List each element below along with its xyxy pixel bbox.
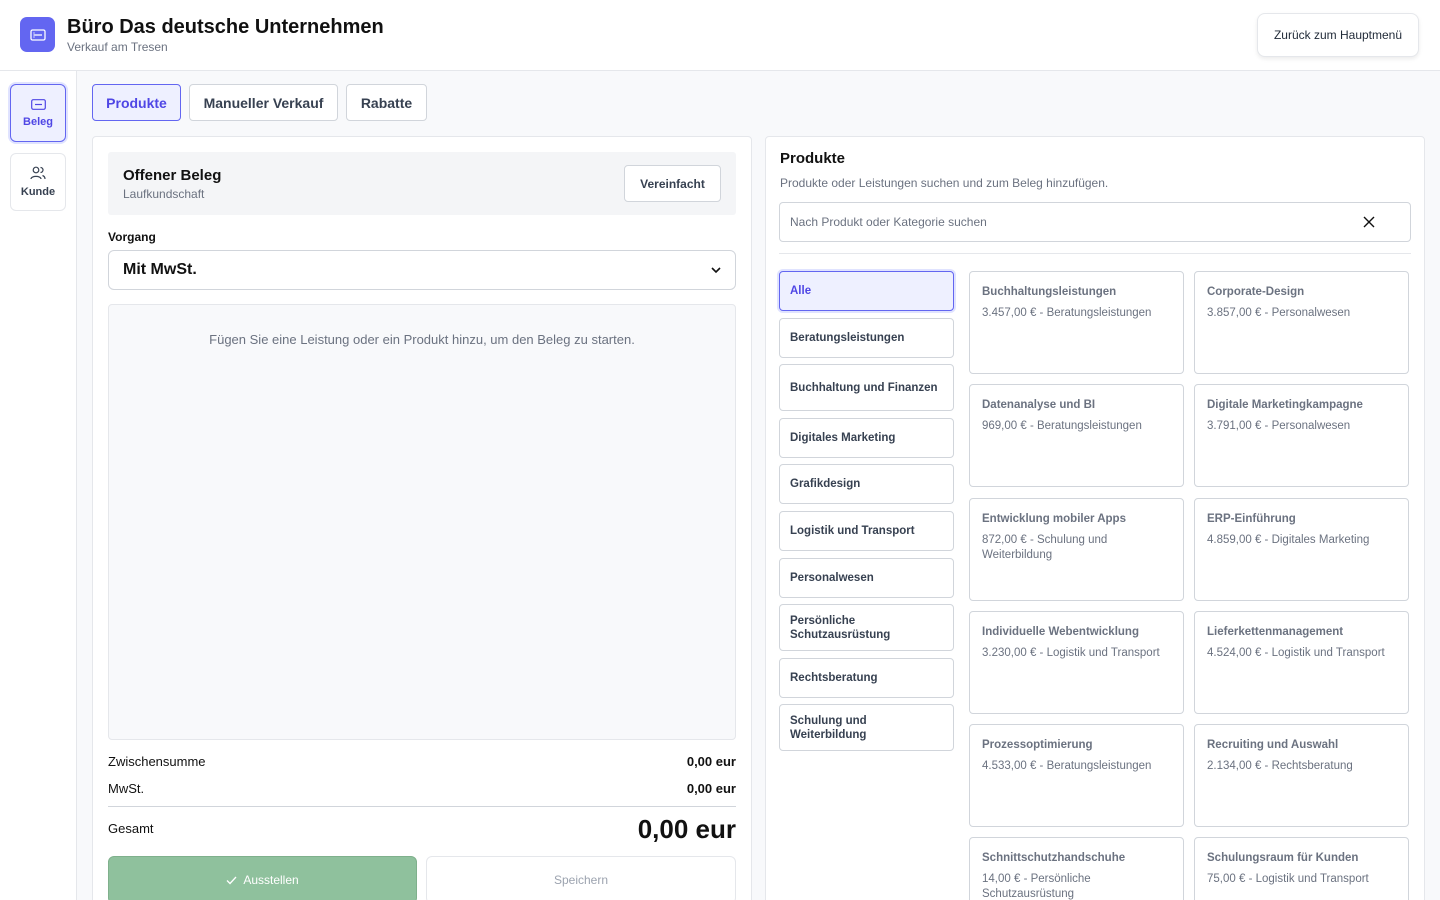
product-name: Schulungsraum für Kunden	[1207, 852, 1359, 864]
product-card[interactable]: Individuelle Webentwicklung 3.230,00 € -…	[969, 611, 1184, 714]
product-name: Corporate-Design	[1207, 286, 1305, 298]
app-subtitle: Verkauf am Tresen	[67, 40, 168, 54]
chevron-down-icon	[711, 266, 721, 273]
category-logistik-und-transport[interactable]: Logistik und Transport	[779, 511, 954, 551]
product-name: Schnittschutzhandschuhe	[982, 852, 1126, 864]
subtotal-value: 0,00 eur	[686, 754, 736, 769]
tab-rabatte[interactable]: Rabatte	[346, 84, 427, 121]
issue-button-label: Ausstellen	[243, 873, 299, 887]
product-card[interactable]: Schnittschutzhandschuhe 14,00 € - Persön…	[969, 837, 1184, 900]
product-card[interactable]: ERP-Einführung 4.859,00 € - Digitales Ma…	[1194, 498, 1409, 601]
category-beratungsleistungen[interactable]: Beratungsleistungen	[779, 318, 954, 358]
product-card[interactable]: Schulungsraum für Kunden 75,00 € - Logis…	[1194, 837, 1409, 900]
product-card[interactable]: Datenanalyse und BI 969,00 € - Beratungs…	[969, 384, 1184, 487]
product-meta: 872,00 € - Schulung und Weiterbildung	[982, 534, 1108, 561]
receipt-logo-icon	[20, 17, 55, 52]
product-name: Digitale Marketingkampagne	[1207, 399, 1363, 411]
products-subtitle: Produkte oder Leistungen suchen und zum …	[780, 176, 1109, 190]
product-name: Entwicklung mobiler Apps	[982, 513, 1126, 525]
product-meta: 4.533,00 € - Beratungsleistungen	[982, 760, 1152, 772]
total-label: Gesamt	[108, 821, 154, 836]
empty-receipt-message: Fügen Sie eine Leistung oder ein Produkt…	[209, 332, 635, 347]
category-schulung-und-weiterbildung[interactable]: Schulung und Weiterbildung	[779, 704, 954, 751]
product-card[interactable]: Entwicklung mobiler Apps 872,00 € - Schu…	[969, 498, 1184, 601]
rail-item-label: Kunde	[20, 186, 56, 198]
receipt-title: Offener Beleg	[123, 167, 222, 184]
issue-receipt-button[interactable]: Ausstellen	[108, 856, 417, 900]
check-icon	[226, 876, 237, 884]
save-button[interactable]: Speichern	[426, 856, 736, 900]
category-buchhaltung-und-finanzen[interactable]: Buchhaltung und Finanzen	[779, 364, 954, 411]
receipt-items-area	[108, 304, 736, 740]
product-meta: 14,00 € - Persönliche Schutzausrüstung	[982, 873, 1091, 900]
vorgang-selected-value: Mit MwSt.	[123, 261, 197, 278]
product-meta: 4.524,00 € - Logistik und Transport	[1207, 647, 1385, 659]
simplified-mode-button[interactable]: Vereinfacht	[624, 165, 721, 202]
product-name: Datenanalyse und BI	[982, 399, 1096, 411]
rail-item-label: Beleg	[23, 115, 53, 128]
tax-value: 0,00 eur	[686, 781, 736, 796]
product-meta: 2.134,00 € - Rechtsberatung	[1207, 760, 1353, 772]
tax-label: MwSt.	[108, 781, 145, 796]
app-header: Büro Das deutsche Unternehmen Verkauf am…	[0, 0, 1440, 71]
product-name: Prozessoptimierung	[982, 739, 1093, 751]
vorgang-label: Vorgang	[108, 230, 156, 244]
tab-manueller-verkauf[interactable]: Manueller Verkauf	[189, 84, 338, 121]
product-name: ERP-Einführung	[1207, 513, 1296, 525]
category-grafikdesign[interactable]: Grafikdesign	[779, 464, 954, 504]
side-rail: Beleg Kunde	[0, 71, 77, 900]
product-card[interactable]: Buchhaltungsleistungen 3.457,00 € - Bera…	[969, 271, 1184, 374]
product-card[interactable]: Prozessoptimierung 4.533,00 € - Beratung…	[969, 724, 1184, 827]
product-meta: 3.791,00 € - Personalwesen	[1207, 420, 1351, 432]
total-divider	[108, 806, 736, 807]
product-card[interactable]: Digitale Marketingkampagne 3.791,00 € - …	[1194, 384, 1409, 487]
category-persoenliche-schutzausruestung[interactable]: Persönliche Schutzausrüstung	[779, 604, 954, 651]
product-search-box	[779, 202, 1411, 242]
product-meta: 75,00 € - Logistik und Transport	[1207, 873, 1369, 885]
product-card[interactable]: Corporate-Design 3.857,00 € - Personalwe…	[1194, 271, 1409, 374]
product-name: Lieferkettenmanagement	[1207, 626, 1344, 638]
product-search-input[interactable]	[790, 203, 1350, 241]
vorgang-select[interactable]: Mit MwSt.	[108, 250, 736, 290]
app-title: Büro Das deutsche Unternehmen	[67, 16, 384, 38]
product-meta: 3.857,00 € - Personalwesen	[1207, 307, 1351, 319]
product-card[interactable]: Recruiting und Auswahl 2.134,00 € - Rech…	[1194, 724, 1409, 827]
tab-produkte[interactable]: Produkte	[92, 84, 181, 121]
category-digitales-marketing[interactable]: Digitales Marketing	[779, 418, 954, 458]
category-rechtsberatung[interactable]: Rechtsberatung	[779, 658, 954, 698]
product-meta: 3.230,00 € - Logistik und Transport	[982, 647, 1160, 659]
product-meta: 969,00 € - Beratungsleistungen	[982, 420, 1142, 432]
search-divider	[779, 253, 1411, 254]
product-name: Recruiting und Auswahl	[1207, 739, 1339, 751]
product-name: Individuelle Webentwicklung	[982, 626, 1139, 638]
back-to-main-menu-button[interactable]: Zurück zum Hauptmenü	[1257, 13, 1419, 57]
total-value: 0,00 eur	[637, 814, 736, 844]
users-icon	[30, 166, 46, 180]
category-alle[interactable]: Alle	[779, 271, 954, 311]
products-title: Produkte	[780, 150, 846, 167]
product-card[interactable]: Lieferkettenmanagement 4.524,00 € - Logi…	[1194, 611, 1409, 714]
rail-item-beleg[interactable]: Beleg	[10, 84, 66, 142]
category-personalwesen[interactable]: Personalwesen	[779, 558, 954, 598]
receipt-icon	[30, 98, 46, 110]
receipt-customer: Laufkundschaft	[123, 187, 205, 201]
subtotal-label: Zwischensumme	[108, 754, 206, 769]
rail-item-kunde[interactable]: Kunde	[10, 153, 66, 211]
product-name: Buchhaltungsleistungen	[982, 286, 1117, 298]
product-meta: 3.457,00 € - Beratungsleistungen	[982, 307, 1152, 319]
product-meta: 4.859,00 € - Digitales Marketing	[1207, 534, 1370, 546]
close-icon[interactable]	[1362, 215, 1376, 229]
